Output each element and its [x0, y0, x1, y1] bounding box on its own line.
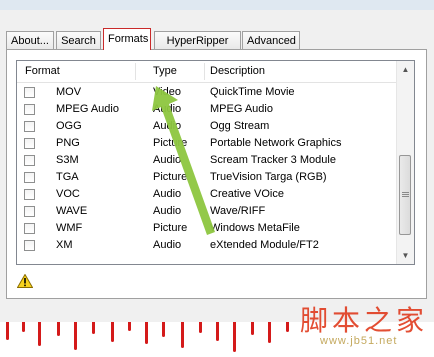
format-description: QuickTime Movie [210, 86, 295, 98]
format-checkbox[interactable] [24, 155, 35, 166]
tab-advanced[interactable]: Advanced [242, 31, 300, 49]
format-type: Audio [153, 239, 182, 251]
format-type: Audio [153, 120, 182, 132]
watermark-url: www.jb51.net [320, 335, 398, 347]
red-drip [199, 322, 202, 333]
red-drip [286, 322, 289, 332]
list-item[interactable]: MPEG Audio Audio MPEG Audio [17, 101, 397, 118]
grip-line [402, 196, 409, 197]
warning-triangle-icon [17, 274, 33, 288]
list-item[interactable]: S3M Audio Scream Tracker 3 Module [17, 152, 397, 169]
list-item[interactable]: OGG Audio Ogg Stream [17, 118, 397, 135]
format-checkbox[interactable] [24, 189, 35, 200]
red-drip [22, 322, 25, 332]
red-drip [74, 322, 77, 350]
red-drip [38, 322, 41, 346]
watermark-text: 脚本之家 [300, 304, 429, 337]
format-checkbox[interactable] [24, 206, 35, 217]
format-name: VOC [56, 188, 80, 200]
format-name: WMF [56, 222, 83, 234]
list-item[interactable]: TGA Picture TrueVision Targa (RGB) [17, 169, 397, 186]
list-header: Format Type Description [17, 61, 397, 83]
format-checkbox[interactable] [24, 87, 35, 98]
red-drip [145, 322, 148, 344]
scroll-down-icon[interactable]: ▼ [397, 247, 414, 264]
red-drip [181, 322, 184, 348]
format-description: Ogg Stream [210, 120, 270, 132]
format-checkbox[interactable] [24, 121, 35, 132]
format-type: Audio [153, 205, 182, 217]
red-drip [128, 322, 131, 331]
red-drip [57, 322, 60, 336]
format-type: Audio [153, 103, 182, 115]
format-checkbox[interactable] [24, 104, 35, 115]
format-description: eXtended Module/FT2 [210, 239, 319, 251]
format-description: Wave/RIFF [210, 205, 266, 217]
column-separator[interactable] [204, 63, 205, 80]
format-type: Audio [153, 188, 182, 200]
list-item[interactable]: WMF Picture Windows MetaFile [17, 220, 397, 237]
tab-hyperripper-file[interactable]: HyperRipper File [154, 31, 241, 65]
format-checkbox[interactable] [24, 240, 35, 251]
format-name: TGA [56, 171, 79, 183]
formats-list[interactable]: Format Type Description MOV Video QuickT… [16, 60, 415, 265]
format-name: MOV [56, 86, 82, 98]
scroll-up-icon[interactable]: ▲ [397, 61, 414, 78]
red-drip [162, 322, 165, 337]
red-drip [6, 322, 9, 340]
tab-about[interactable]: About... [6, 31, 54, 49]
red-drip [92, 322, 95, 334]
list-item[interactable]: MOV Video QuickTime Movie [17, 84, 397, 101]
format-type: Video [153, 86, 181, 98]
column-separator[interactable] [135, 63, 136, 80]
format-name: MPEG Audio [56, 103, 119, 115]
format-checkbox[interactable] [24, 172, 35, 183]
vertical-scrollbar[interactable]: ▲ ▼ [396, 61, 414, 264]
grip-line [402, 192, 409, 193]
formats-panel: Format Type Description MOV Video QuickT… [6, 49, 427, 299]
format-description: Portable Network Graphics [210, 137, 342, 149]
red-drip [233, 322, 236, 352]
format-name: WAVE [56, 205, 88, 217]
column-header-format[interactable]: Format [25, 61, 60, 82]
format-checkbox[interactable] [24, 223, 35, 234]
list-item[interactable]: WAVE Audio Wave/RIFF [17, 203, 397, 220]
column-header-type[interactable]: Type [153, 61, 177, 82]
scrollbar-thumb[interactable] [399, 155, 411, 235]
red-drip [216, 322, 219, 341]
format-name: XM [56, 239, 73, 251]
list-item[interactable]: PNG Picture Portable Network Graphics [17, 135, 397, 152]
format-name: OGG [56, 120, 82, 132]
tab-search[interactable]: Search [56, 31, 101, 49]
column-header-description[interactable]: Description [210, 61, 265, 82]
format-type: Picture [153, 171, 188, 183]
grip-line [402, 194, 409, 195]
format-description: Windows MetaFile [210, 222, 300, 234]
format-type: Picture [153, 222, 188, 234]
red-drip [251, 322, 254, 335]
list-item[interactable]: XM Audio eXtended Module/FT2 [17, 237, 397, 254]
tab-formats[interactable]: Formats [103, 28, 151, 50]
format-description: MPEG Audio [210, 103, 273, 115]
red-drip [111, 322, 114, 342]
format-name: PNG [56, 137, 80, 149]
format-type: Picture [153, 137, 188, 149]
format-description: TrueVision Targa (RGB) [210, 171, 327, 183]
list-item[interactable]: VOC Audio Creative VOice [17, 186, 397, 203]
format-description: Creative VOice [210, 188, 284, 200]
red-drip [268, 322, 271, 343]
format-checkbox[interactable] [24, 138, 35, 149]
format-type: Audio [153, 154, 182, 166]
format-name: S3M [56, 154, 79, 166]
format-description: Scream Tracker 3 Module [210, 154, 336, 166]
window-top-strip [0, 0, 434, 10]
